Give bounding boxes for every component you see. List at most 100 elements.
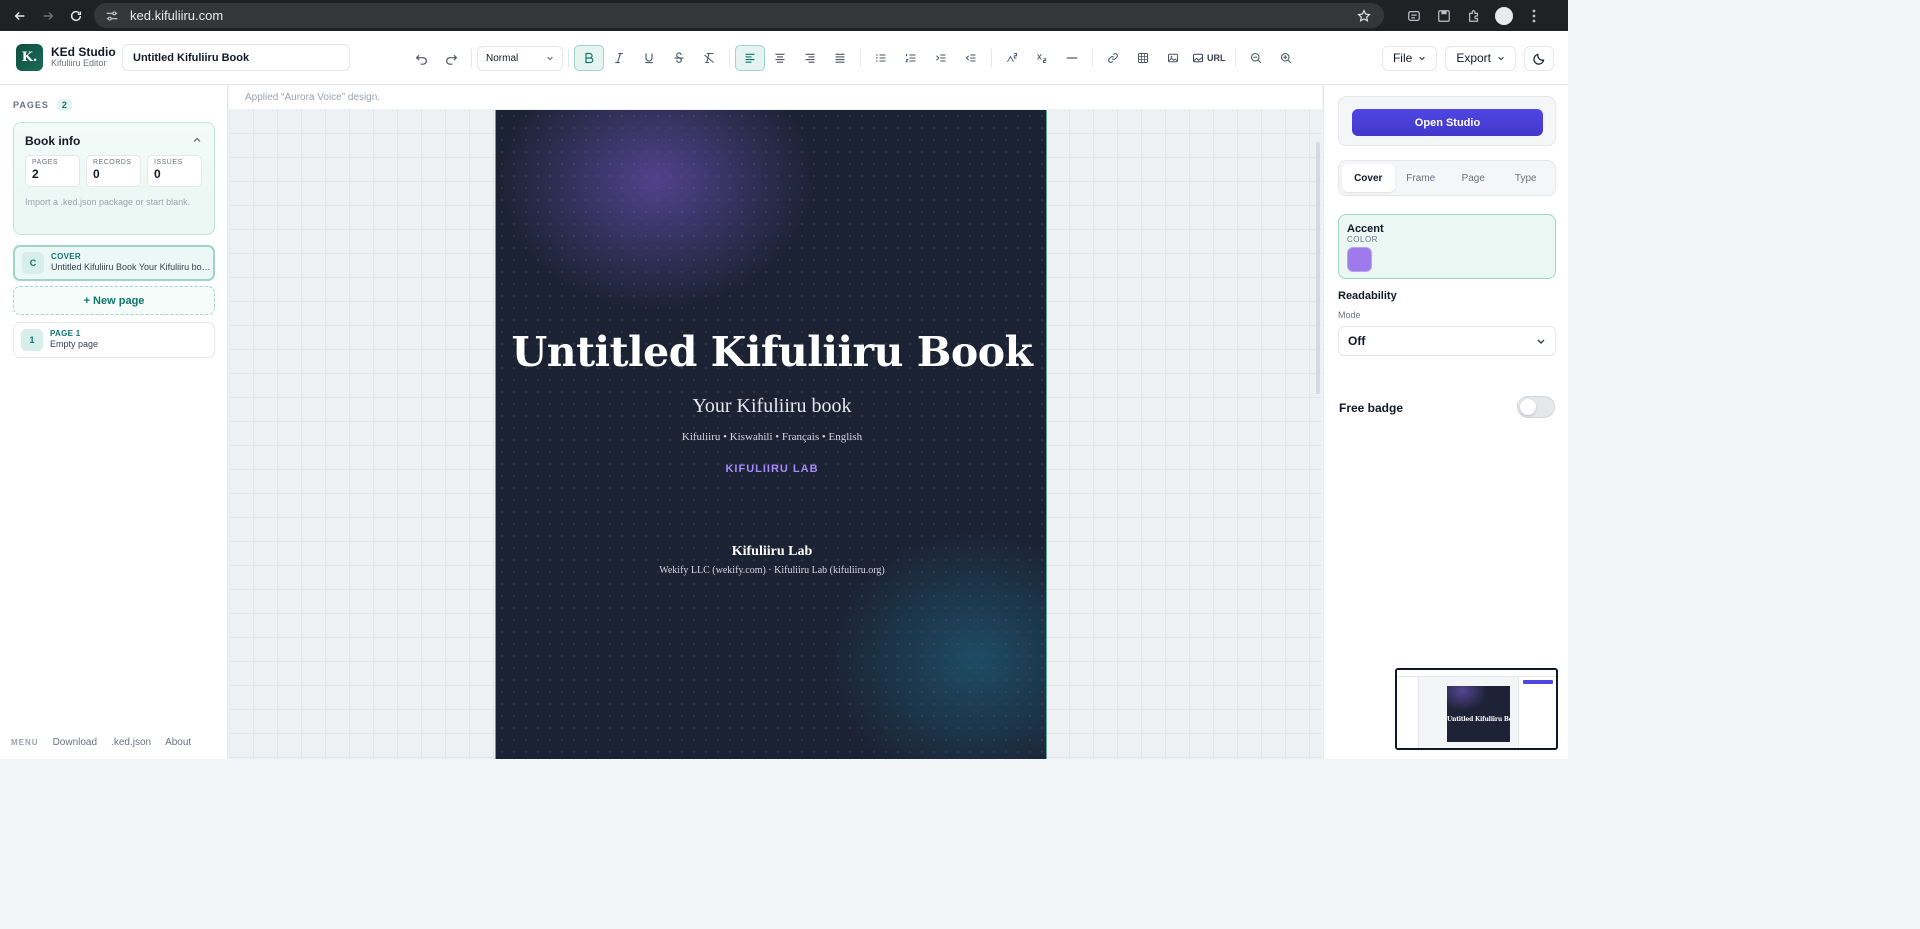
italic-icon[interactable] <box>604 45 634 71</box>
book-info-panel: Book info PAGES 2 RECORDS 0 ISSUES 0 Imp… <box>13 122 215 235</box>
image-icon[interactable] <box>1158 45 1188 71</box>
thumbnail-title: Untitled Kifuliiru Book <box>1447 716 1510 723</box>
align-right-icon[interactable] <box>795 45 825 71</box>
chevron-up-icon[interactable] <box>192 135 202 145</box>
zoom-in-icon[interactable] <box>1271 45 1301 71</box>
toggle-knob <box>1520 399 1536 415</box>
numbered-list-icon[interactable] <box>896 45 926 71</box>
cover-lab-label[interactable]: KIFULIIRU LAB <box>496 463 1046 475</box>
paragraph-style-select[interactable]: Normal <box>477 45 563 71</box>
save-page-icon[interactable] <box>1432 4 1456 28</box>
outdent-icon[interactable] <box>956 45 986 71</box>
zoom-out-icon[interactable] <box>1241 45 1271 71</box>
page-summary: Untitled Kifuliiru Book Your Kifuliiru b… <box>51 262 211 273</box>
chevron-down-icon <box>546 54 554 62</box>
align-left-icon[interactable] <box>735 45 765 71</box>
file-menu-button[interactable]: File <box>1381 45 1438 71</box>
align-center-icon[interactable] <box>765 45 795 71</box>
cover-page[interactable]: Untitled Kifuliiru Book Your Kifuliiru b… <box>495 110 1047 759</box>
superscript-icon[interactable] <box>997 45 1027 71</box>
page-summary: Empty page <box>50 339 99 350</box>
tab-cover[interactable]: Cover <box>1342 164 1395 192</box>
image-url-label: URL <box>1207 53 1226 63</box>
stat-records: RECORDS 0 <box>86 155 141 187</box>
accent-color-card: Accent COLOR <box>1338 214 1556 279</box>
thumbnail-cover: Untitled Kifuliiru Book <box>1447 686 1510 742</box>
footer-menu: MENU Download .ked.json About <box>0 726 228 759</box>
align-justify-icon[interactable] <box>825 45 855 71</box>
browser-menu-icon[interactable] <box>1522 4 1546 28</box>
canvas-scrollbar[interactable] <box>1316 142 1320 394</box>
app-logo: K. <box>16 44 43 71</box>
brand: K. KEd Studio Kifuliiru Editor <box>16 44 122 71</box>
cover-publisher-details[interactable]: Wekify LLC (wekify.com) · Kifuliiru Lab … <box>496 565 1046 576</box>
new-page-button[interactable]: + New page <box>13 286 215 315</box>
horizontal-rule-icon[interactable] <box>1057 45 1087 71</box>
stat-label: PAGES <box>32 159 59 166</box>
bookmark-star-icon[interactable] <box>1352 8 1376 23</box>
document-title-input[interactable]: Untitled Kifuliiru Book <box>122 44 350 71</box>
moon-icon <box>1532 52 1546 65</box>
stat-value: 0 <box>93 167 100 181</box>
reload-icon[interactable] <box>62 2 90 30</box>
export-menu-label: Export <box>1456 51 1491 65</box>
underline-icon[interactable] <box>634 45 664 71</box>
thumbnail-glow <box>1447 686 1487 711</box>
export-menu-button[interactable]: Export <box>1445 45 1516 71</box>
undo-icon[interactable] <box>406 45 436 71</box>
extension-icon[interactable] <box>1402 4 1426 28</box>
page-card-1[interactable]: 1 PAGE 1 Empty page <box>13 322 215 358</box>
paragraph-style-value: Normal <box>486 52 519 64</box>
browser-toolbar: ked.kifuliiru.com <box>0 0 1568 31</box>
tab-type[interactable]: Type <box>1500 164 1553 192</box>
pages-sidebar: PAGES 2 Book info PAGES 2 RECORDS 0 ISSU… <box>0 85 228 759</box>
accent-label: Accent <box>1347 223 1384 235</box>
free-badge-toggle[interactable] <box>1517 396 1555 418</box>
status-message: Applied “Aurora Voice” design. <box>229 85 1322 110</box>
indent-icon[interactable] <box>926 45 956 71</box>
thumbnail-button <box>1523 680 1553 684</box>
cover-publisher[interactable]: Kifuliiru Lab <box>496 544 1046 560</box>
cover-subtitle[interactable]: Your Kifuliiru book <box>496 395 1046 418</box>
subscript-icon[interactable] <box>1027 45 1057 71</box>
tab-page[interactable]: Page <box>1447 164 1500 192</box>
cover-title[interactable]: Untitled Kifuliiru Book <box>496 328 1046 376</box>
purple-glow <box>496 110 816 310</box>
cover-page-card[interactable]: C COVER Untitled Kifuliiru Book Your Kif… <box>13 245 215 281</box>
back-icon[interactable] <box>6 2 34 30</box>
site-info-icon[interactable] <box>102 6 122 26</box>
bullet-list-icon[interactable] <box>866 45 896 71</box>
forward-icon[interactable] <box>34 2 62 30</box>
address-text[interactable]: ked.kifuliiru.com <box>130 8 1352 23</box>
dark-mode-toggle[interactable] <box>1524 45 1554 71</box>
readability-mode-select[interactable]: Off <box>1338 326 1556 356</box>
table-icon[interactable] <box>1128 45 1158 71</box>
accent-color-swatch[interactable] <box>1347 247 1372 272</box>
chevron-down-icon <box>1418 54 1426 62</box>
editor-canvas[interactable]: Applied “Aurora Voice” design. Untitled … <box>229 85 1322 759</box>
page-preview-thumbnail[interactable]: Untitled Kifuliiru Book <box>1395 668 1558 750</box>
link-icon[interactable] <box>1098 45 1128 71</box>
stat-label: ISSUES <box>154 159 183 166</box>
design-tabs: Cover Frame Page Type <box>1338 160 1556 196</box>
toolbar-divider <box>729 49 730 67</box>
redo-icon[interactable] <box>436 45 466 71</box>
profile-avatar[interactable] <box>1492 4 1516 28</box>
menu-download-link[interactable]: Download <box>53 737 97 748</box>
book-info-hint: Import a .ked.json package or start blan… <box>25 197 191 207</box>
image-url-icon <box>1192 52 1204 64</box>
menu-ked-json-link[interactable]: .ked.json <box>111 737 151 748</box>
strikethrough-icon[interactable] <box>664 45 694 71</box>
address-bar[interactable]: ked.kifuliiru.com <box>94 3 1384 28</box>
cover-languages[interactable]: Kifuliiru • Kiswahili • Français • Engli… <box>496 431 1046 443</box>
stat-value: 2 <box>32 167 39 181</box>
bold-icon[interactable] <box>574 45 604 71</box>
readability-mode-value: Off <box>1348 334 1366 348</box>
puzzle-extensions-icon[interactable] <box>1462 4 1486 28</box>
open-studio-button[interactable]: Open Studio <box>1352 109 1543 136</box>
toolbar-divider <box>568 49 569 67</box>
tab-frame[interactable]: Frame <box>1395 164 1448 192</box>
image-url-button[interactable]: URL <box>1188 45 1230 71</box>
menu-about-link[interactable]: About <box>165 737 191 748</box>
clear-format-icon[interactable] <box>694 45 724 71</box>
